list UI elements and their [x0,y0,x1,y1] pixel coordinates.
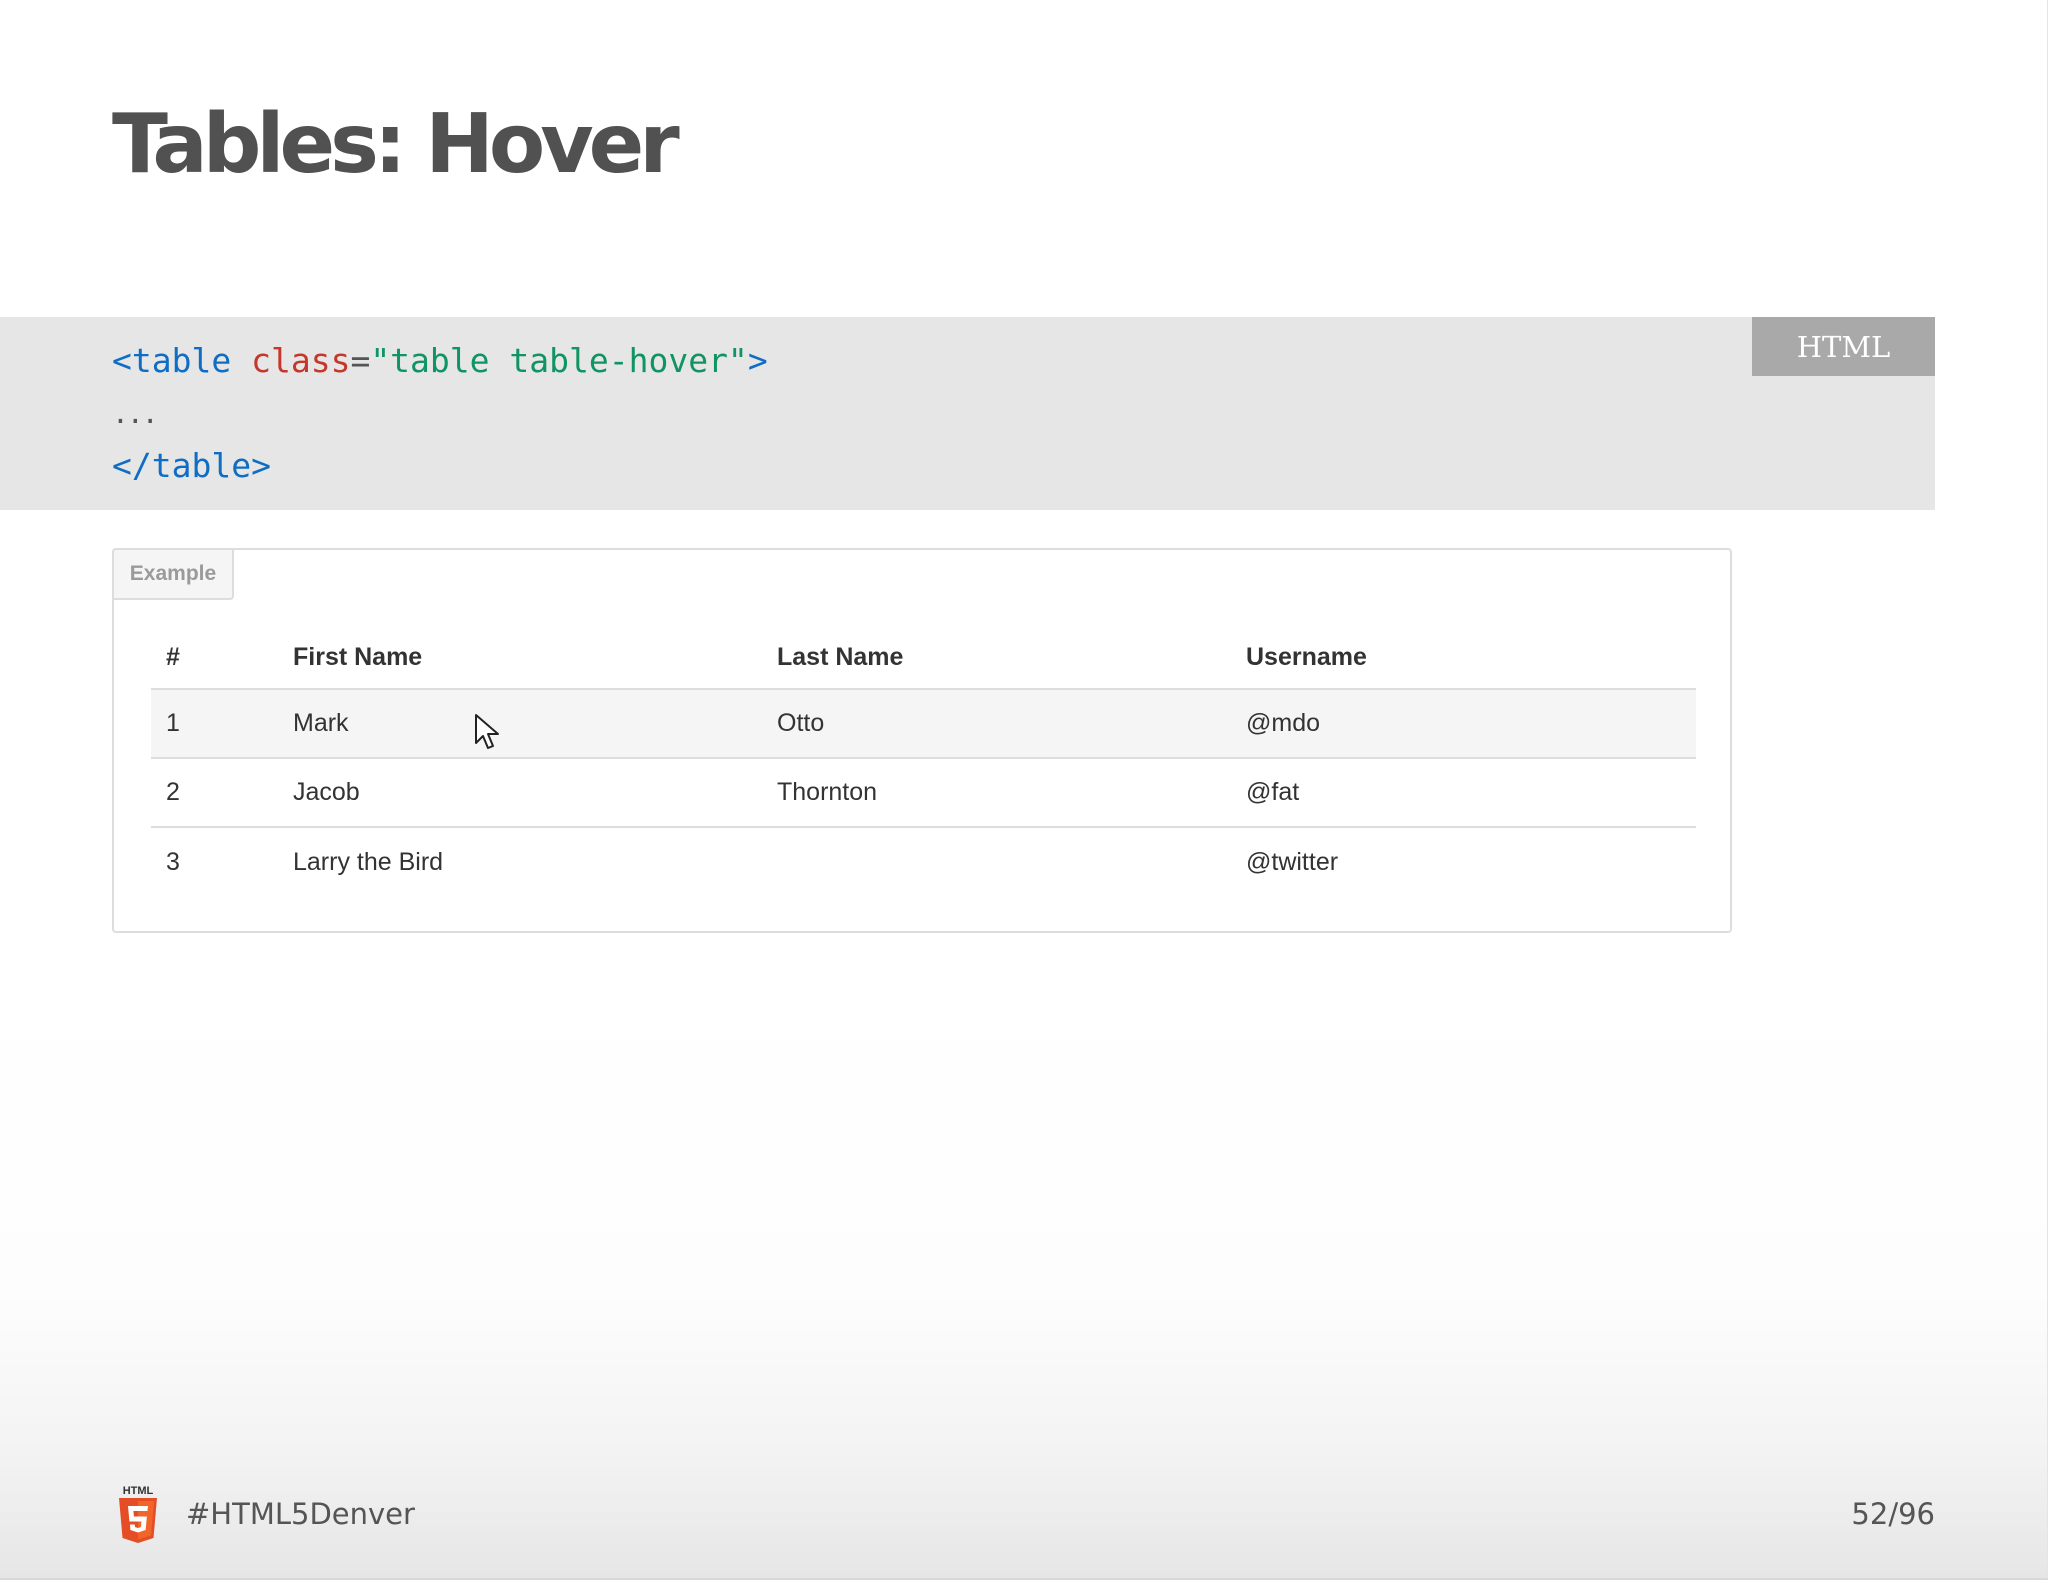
table-cell: @mdo [1246,709,1321,737]
code-token-string: "table table-hover" [370,341,748,380]
table-header-cell: # [166,642,180,671]
footer-hashtag: #HTML5Denver [186,1497,415,1531]
table-row[interactable]: 1 Mark Otto @mdo [151,690,1696,759]
table-header-cell: First Name [293,642,423,671]
table-row[interactable]: 3 Larry the Bird @twitter [151,828,1696,897]
mouse-cursor-icon [475,714,499,749]
code-token-tag: <table [112,341,232,380]
table-cell: Jacob [293,778,360,806]
code-token-attr: class [251,341,351,380]
slide: Tables: Hover HTML <table class="table t… [0,0,2048,1580]
example-label: Example [112,548,234,600]
table-cell: Thornton [777,778,878,806]
table-row[interactable]: 2 Jacob Thornton @fat [151,759,1696,828]
table-cell: @twitter [1246,848,1339,876]
table-cell: Otto [777,709,825,737]
table-cell: 3 [166,848,180,876]
code-line-close-tag: </table> [112,446,271,485]
table-cell: 1 [166,709,180,737]
table-header-cell: Username [1246,642,1367,671]
slide-title: Tables: Hover [112,97,680,192]
hover-table: # First Name Last Name Username 1 Mark O… [151,626,1696,897]
table-cell: Larry the Bird [293,848,444,876]
page-number: 52/96 [1851,1497,1935,1531]
table-header-cell: Last Name [777,642,904,671]
table-cell: @fat [1246,778,1300,806]
code-token-close: > [747,341,768,380]
code-token-equals: = [350,341,371,380]
html5-logo-icon: HTML [119,1485,157,1543]
code-line-open-tag: <table class="table table-hover"> [112,344,768,377]
table-header-row: # First Name Last Name Username [151,626,1696,690]
code-language-badge: HTML [1752,317,1935,376]
table-cell: 2 [166,778,180,806]
html5-logo-text: HTML [123,1485,154,1497]
code-line-ellipsis: ... [112,397,159,430]
example-panel: Example # First Name Last Name Username … [112,548,1732,933]
table-cell: Mark [293,709,349,737]
